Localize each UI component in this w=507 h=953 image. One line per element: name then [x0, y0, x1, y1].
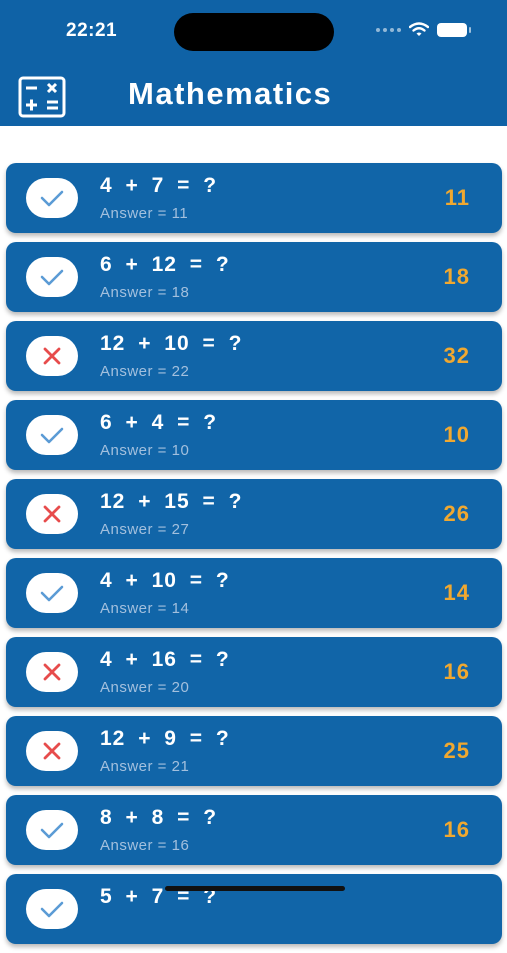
result-badge — [26, 494, 78, 534]
answer-text: Answer = 18 — [100, 284, 190, 301]
check-icon — [40, 901, 64, 918]
result-badge — [26, 810, 78, 850]
cross-icon — [43, 347, 61, 365]
result-badge — [26, 336, 78, 376]
battery-icon — [437, 22, 471, 37]
wifi-icon — [409, 22, 429, 36]
user-guess: 25 — [443, 738, 470, 763]
app-header: 22:21 Mathematics — [0, 0, 507, 126]
result-badge — [26, 178, 78, 218]
question-card[interactable]: 4 + 7 = ? Answer = 11 11 — [6, 163, 502, 233]
result-badge — [26, 731, 78, 771]
check-icon — [40, 585, 64, 602]
answer-text: Answer = 20 — [100, 679, 190, 696]
answer-text: Answer = 22 — [100, 363, 190, 380]
question-card[interactable]: 6 + 4 = ? Answer = 10 10 — [6, 400, 502, 470]
answer-text: Answer = 14 — [100, 600, 190, 617]
question-card[interactable]: 4 + 10 = ? Answer = 14 14 — [6, 558, 502, 628]
question-text: 12 + 15 = ? — [100, 490, 243, 513]
calculator-icon — [18, 76, 66, 118]
user-guess: 18 — [443, 264, 470, 289]
question-card[interactable]: 12 + 9 = ? Answer = 21 25 — [6, 716, 502, 786]
answer-text: Answer = 21 — [100, 758, 190, 775]
question-card[interactable]: 12 + 15 = ? Answer = 27 26 — [6, 479, 502, 549]
question-card[interactable]: 4 + 16 = ? Answer = 20 16 — [6, 637, 502, 707]
user-guess: 14 — [443, 580, 470, 605]
dynamic-island — [174, 13, 334, 51]
status-icons — [376, 22, 471, 37]
check-icon — [40, 427, 64, 444]
check-icon — [40, 190, 64, 207]
user-guess: 32 — [443, 343, 470, 368]
cross-icon — [43, 505, 61, 523]
result-badge — [26, 652, 78, 692]
question-text: 4 + 16 = ? — [100, 648, 230, 671]
answer-text: Answer = 10 — [100, 442, 190, 459]
page-title: Mathematics — [128, 76, 333, 111]
result-badge — [26, 573, 78, 613]
cross-icon — [43, 663, 61, 681]
answer-text: Answer = 27 — [100, 521, 190, 538]
cellular-signal-icon — [376, 27, 401, 32]
question-card[interactable]: 8 + 8 = ? Answer = 16 16 — [6, 795, 502, 865]
user-guess: 10 — [443, 422, 470, 447]
check-icon — [40, 269, 64, 286]
question-text: 12 + 10 = ? — [100, 332, 243, 355]
answer-text: Answer = 16 — [100, 837, 190, 854]
user-guess: 26 — [443, 501, 470, 526]
answer-text: Answer = 11 — [100, 205, 189, 222]
question-card[interactable]: 5 + 7 = ? — [6, 874, 502, 944]
question-card[interactable]: 12 + 10 = ? Answer = 22 32 — [6, 321, 502, 391]
result-badge — [26, 889, 78, 929]
question-text: 4 + 7 = ? — [100, 174, 218, 197]
question-text: 6 + 4 = ? — [100, 411, 218, 434]
cross-icon — [43, 742, 61, 760]
question-text: 4 + 10 = ? — [100, 569, 230, 592]
question-list: 4 + 7 = ? Answer = 11 11 6 + 12 = ? Answer =… — [6, 163, 502, 953]
home-indicator[interactable] — [165, 886, 345, 891]
question-text: 8 + 8 = ? — [100, 806, 218, 829]
question-card[interactable]: 6 + 12 = ? Answer = 18 18 — [6, 242, 502, 312]
check-icon — [40, 822, 64, 839]
question-text: 6 + 12 = ? — [100, 253, 230, 276]
user-guess: 16 — [443, 659, 470, 684]
result-badge — [26, 415, 78, 455]
status-time: 22:21 — [66, 20, 118, 41]
user-guess: 11 — [444, 185, 470, 210]
question-text: 12 + 9 = ? — [100, 727, 230, 750]
result-badge — [26, 257, 78, 297]
user-guess: 16 — [443, 817, 470, 842]
